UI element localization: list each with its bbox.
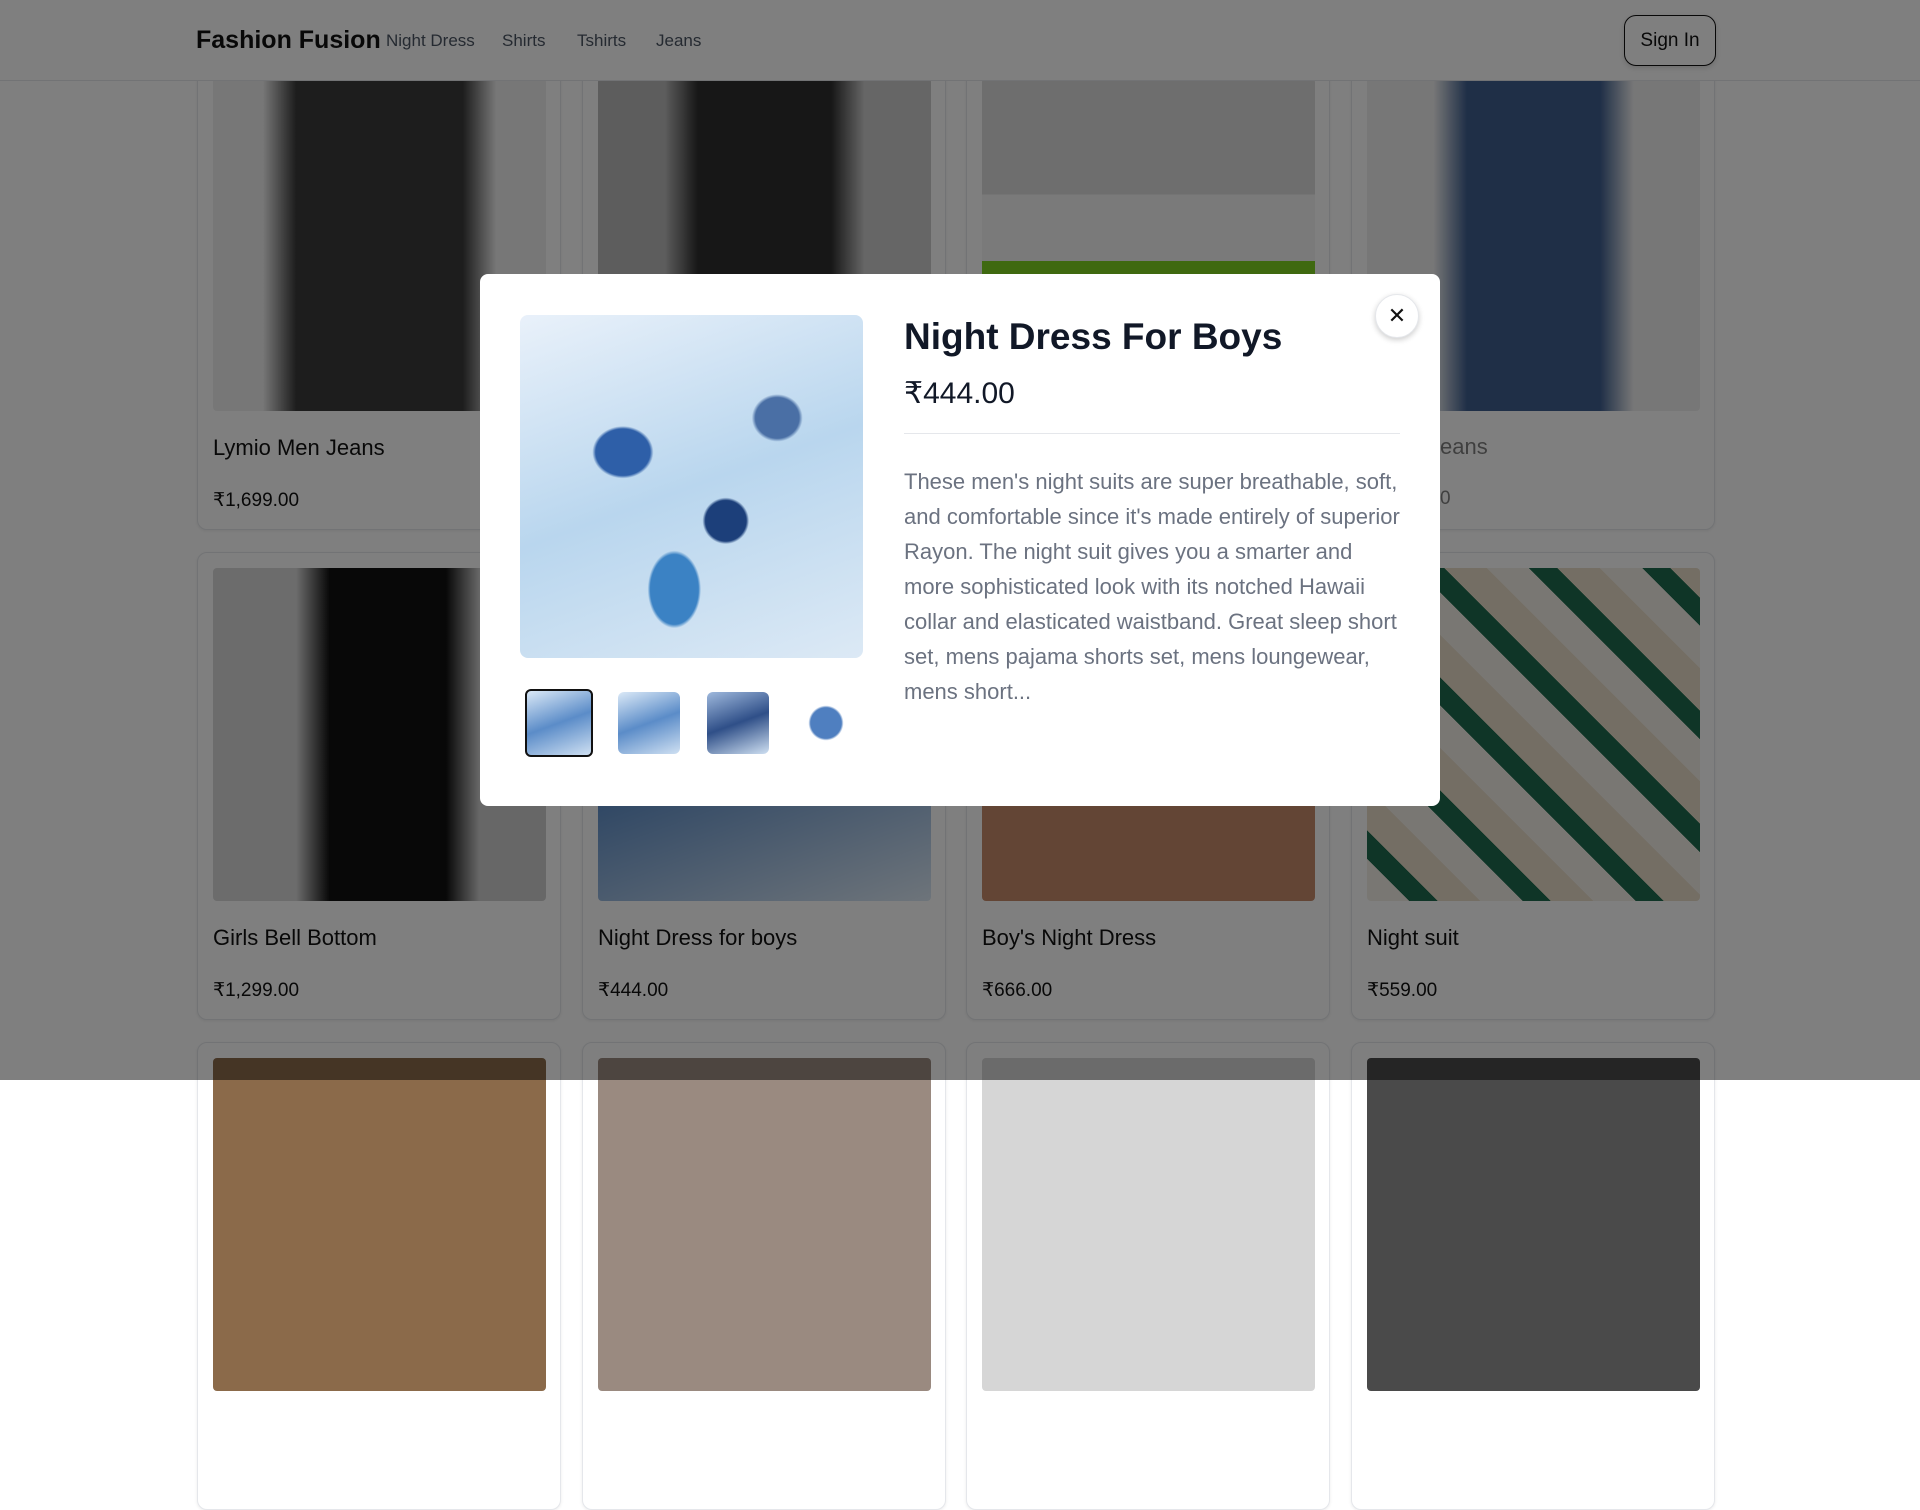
- product-modal: Night Dress For Boys ₹444.00 These men's…: [480, 274, 1440, 806]
- product-price-partial: 0: [1440, 488, 1451, 509]
- product-title-partial: eans: [1440, 434, 1488, 459]
- thumbnail-4[interactable]: [795, 692, 857, 754]
- product-image: [598, 1058, 931, 1391]
- product-main-image: [520, 315, 863, 658]
- product-card[interactable]: [1351, 1042, 1715, 1510]
- thumbnail-1[interactable]: [525, 689, 593, 757]
- product-image: [213, 1058, 546, 1391]
- product-card[interactable]: [582, 1042, 946, 1510]
- product-card[interactable]: [966, 1042, 1330, 1510]
- modal-price: ₹444.00: [904, 377, 1015, 410]
- divider: [904, 433, 1400, 434]
- product-image: [982, 1058, 1315, 1391]
- thumbnail-3[interactable]: [707, 692, 769, 754]
- modal-description: These men's night suits are super breath…: [904, 469, 1400, 704]
- product-image: [1367, 1058, 1700, 1391]
- close-icon[interactable]: ✕: [1375, 294, 1419, 338]
- modal-title: Night Dress For Boys: [904, 316, 1283, 357]
- product-card[interactable]: [197, 1042, 561, 1510]
- thumbnail-2[interactable]: [618, 692, 680, 754]
